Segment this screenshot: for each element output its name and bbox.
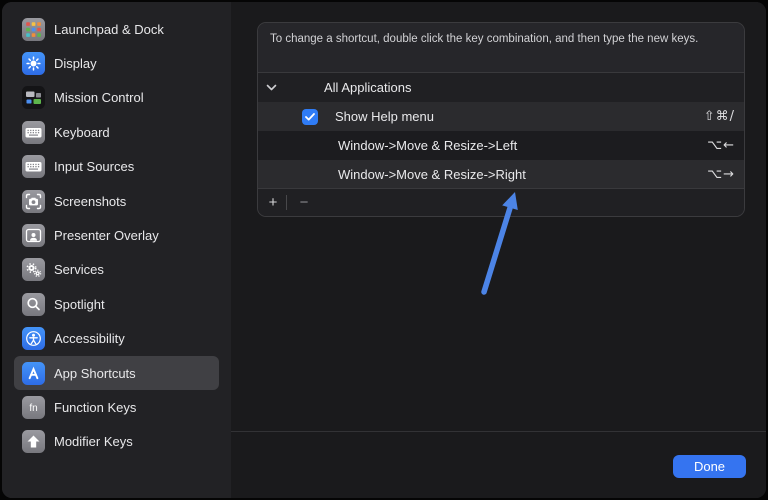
- shortcut-row-move-resize-left[interactable]: Window->Move & Resize->Left ⌥←: [258, 131, 744, 160]
- key-combination[interactable]: ⌥←: [707, 138, 744, 153]
- accessibility-icon: [22, 327, 45, 350]
- sidebar: Launchpad & Dock Display: [2, 2, 231, 498]
- app-shortcuts-panel: To change a shortcut, double click the k…: [231, 2, 766, 498]
- sidebar-item-keyboard[interactable]: Keyboard: [14, 115, 219, 149]
- key-combination[interactable]: ⌥→: [707, 167, 744, 182]
- sidebar-item-spotlight[interactable]: Spotlight: [14, 287, 219, 321]
- sidebar-item-function-keys[interactable]: fn Function Keys: [14, 390, 219, 424]
- presenter-overlay-icon: [22, 224, 45, 247]
- modifier-keys-icon: [22, 430, 45, 453]
- checkmark-icon: [305, 113, 315, 121]
- shortcut-row-show-help-menu[interactable]: Show Help menu ⇧⌘/: [258, 102, 744, 131]
- chevron-down-icon[interactable]: [266, 84, 277, 91]
- keyboard-icon: [22, 121, 45, 144]
- sidebar-item-label: Services: [54, 262, 104, 277]
- services-icon: [22, 258, 45, 281]
- sidebar-item-label: Input Sources: [54, 159, 134, 174]
- app-shortcuts-icon: [22, 362, 45, 385]
- sidebar-item-display[interactable]: Display: [14, 46, 219, 80]
- screenshots-icon: [22, 190, 45, 213]
- sidebar-item-input-sources[interactable]: Input Sources: [14, 150, 219, 184]
- sidebar-item-label: App Shortcuts: [54, 366, 136, 381]
- sidebar-item-label: Display: [54, 56, 97, 71]
- add-shortcut-button[interactable]: +: [262, 190, 284, 216]
- instruction-text: To change a shortcut, double click the k…: [258, 23, 744, 73]
- sidebar-item-screenshots[interactable]: Screenshots: [14, 184, 219, 218]
- function-keys-icon: fn: [22, 396, 45, 419]
- shortcut-label: Window->Move & Resize->Left: [338, 138, 517, 153]
- sidebar-item-label: Mission Control: [54, 90, 144, 105]
- input-sources-icon: [22, 155, 45, 178]
- group-label: All Applications: [324, 80, 411, 95]
- sidebar-item-presenter-overlay[interactable]: Presenter Overlay: [14, 218, 219, 252]
- sidebar-item-label: Function Keys: [54, 400, 136, 415]
- sidebar-item-launchpad-dock[interactable]: Launchpad & Dock: [14, 12, 219, 46]
- sidebar-item-label: Screenshots: [54, 194, 126, 209]
- annotation-arrow: [471, 186, 535, 302]
- remove-shortcut-button[interactable]: −: [293, 190, 315, 216]
- settings-window: Launchpad & Dock Display: [2, 2, 766, 498]
- sidebar-item-modifier-keys[interactable]: Modifier Keys: [14, 425, 219, 459]
- sidebar-item-label: Presenter Overlay: [54, 228, 159, 243]
- shortcut-row-move-resize-right[interactable]: Window->Move & Resize->Right ⌥→: [258, 160, 744, 189]
- spotlight-icon: [22, 293, 45, 316]
- shortcut-checkbox[interactable]: [302, 109, 318, 125]
- footer-divider: [286, 195, 287, 210]
- sidebar-item-label: Keyboard: [54, 125, 110, 140]
- launchpad-icon: [22, 18, 45, 41]
- shortcut-label: Window->Move & Resize->Right: [338, 167, 526, 182]
- footer-separator: [231, 431, 766, 432]
- mission-control-icon: [22, 86, 45, 109]
- sidebar-item-accessibility[interactable]: Accessibility: [14, 322, 219, 356]
- sidebar-item-label: Spotlight: [54, 297, 105, 312]
- shortcut-label: Show Help menu: [335, 109, 434, 124]
- display-icon: [22, 52, 45, 75]
- sidebar-item-label: Accessibility: [54, 331, 125, 346]
- sidebar-item-services[interactable]: Services: [14, 253, 219, 287]
- sidebar-item-label: Modifier Keys: [54, 434, 133, 449]
- key-combination[interactable]: ⇧⌘/: [704, 109, 744, 124]
- svg-text:fn: fn: [29, 403, 37, 414]
- group-row-all-applications[interactable]: All Applications: [258, 73, 744, 102]
- sidebar-item-mission-control[interactable]: Mission Control: [14, 81, 219, 115]
- sidebar-item-app-shortcuts[interactable]: App Shortcuts: [14, 356, 219, 390]
- sidebar-item-label: Launchpad & Dock: [54, 22, 164, 37]
- done-button[interactable]: Done: [673, 455, 746, 478]
